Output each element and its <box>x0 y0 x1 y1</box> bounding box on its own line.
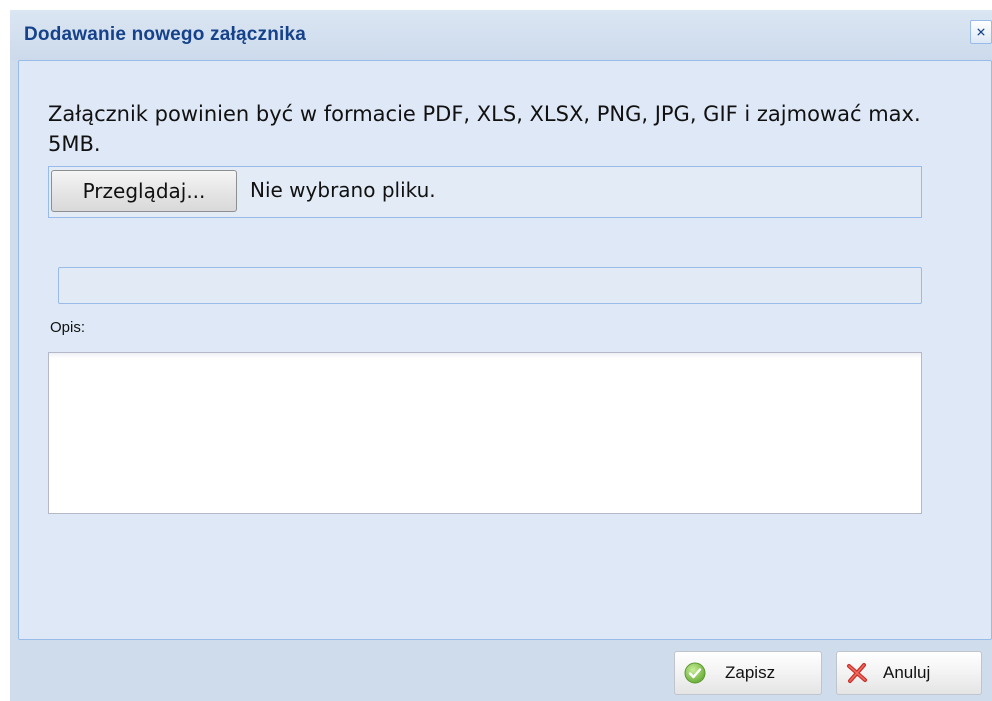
upload-progress-bar <box>58 267 922 304</box>
description-textarea[interactable] <box>48 352 922 514</box>
cancel-button-label: Anuluj <box>883 663 931 682</box>
dialog-titlebar[interactable]: Dodawanie nowego załącznika <box>10 10 992 60</box>
browse-button[interactable]: Przeglądaj... <box>51 170 237 212</box>
close-icon <box>977 28 985 36</box>
dialog-body: Załącznik powinien być w formacie PDF, X… <box>18 60 992 640</box>
check-circle-icon <box>684 662 706 684</box>
dialog-footer: Zapisz Anuluj <box>10 640 992 701</box>
cancel-button[interactable]: Anuluj <box>836 651 982 695</box>
save-button-label: Zapisz <box>725 663 776 682</box>
file-upload-field[interactable]: Przeglądaj... Nie wybrano pliku. <box>48 166 922 218</box>
description-label: Opis: <box>50 319 86 336</box>
save-button[interactable]: Zapisz <box>674 651 822 695</box>
selected-file-status: Nie wybrano pliku. <box>250 178 436 202</box>
red-x-icon <box>847 663 867 683</box>
dialog-title: Dodawanie nowego załącznika <box>24 24 307 45</box>
format-info-text: Załącznik powinien być w formacie PDF, X… <box>48 102 921 156</box>
add-attachment-dialog: Dodawanie nowego załącznika Załącznik po… <box>10 10 992 701</box>
close-button[interactable] <box>970 20 992 44</box>
